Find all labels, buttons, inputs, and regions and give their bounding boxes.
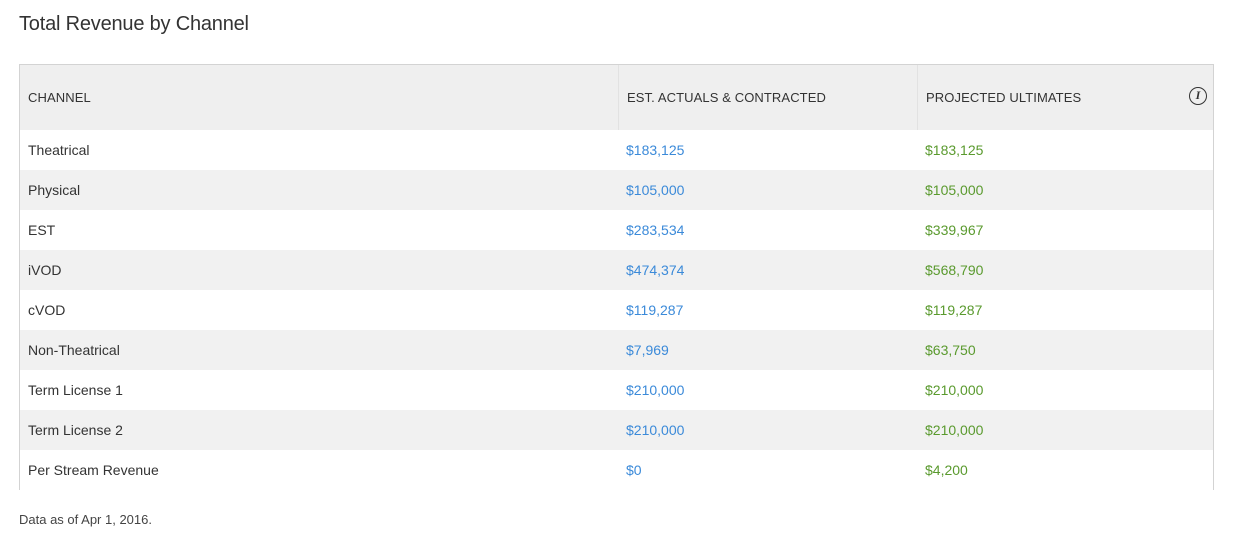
channel-cell: iVOD [28, 262, 62, 278]
channel-cell: cVOD [28, 302, 66, 318]
header-projected-label: PROJECTED ULTIMATES [926, 90, 1082, 105]
est-actuals-cell: $119,287 [626, 302, 684, 318]
channel-cell: Physical [28, 182, 81, 198]
table-row: Per Stream Revenue $0 $4,200 [20, 450, 1213, 490]
projected-cell: $63,750 [925, 342, 976, 358]
table-row: Term License 2 $210,000 $210,000 [20, 410, 1213, 450]
est-actuals-cell: $183,125 [626, 142, 685, 158]
info-icon[interactable]: i [1189, 87, 1207, 105]
table-row: Theatrical $183,125 $183,125 [20, 130, 1213, 170]
est-actuals-cell: $0 [626, 462, 642, 478]
table-header-row: CHANNEL EST. ACTUALS & CONTRACTED PROJEC… [20, 65, 1213, 130]
channel-cell: Non-Theatrical [28, 342, 120, 358]
projected-cell: $105,000 [925, 182, 984, 198]
channel-cell: Term License 2 [28, 422, 123, 438]
table-row: EST $283,534 $339,967 [20, 210, 1213, 250]
projected-cell: $210,000 [925, 422, 984, 438]
projected-cell: $210,000 [925, 382, 984, 398]
channel-cell: Term License 1 [28, 382, 123, 398]
est-actuals-cell: $7,969 [626, 342, 669, 358]
projected-cell: $568,790 [925, 262, 984, 278]
est-actuals-cell: $210,000 [626, 422, 685, 438]
table-row: Physical $105,000 $105,000 [20, 170, 1213, 210]
table-row: iVOD $474,374 $568,790 [20, 250, 1213, 290]
header-channel: CHANNEL [28, 90, 91, 105]
table-body: Theatrical $183,125 $183,125 Physical $1… [20, 130, 1213, 490]
projected-cell: $119,287 [925, 302, 983, 318]
est-actuals-cell: $283,534 [626, 222, 685, 238]
channel-cell: EST [28, 222, 56, 238]
page-title: Total Revenue by Channel [19, 13, 249, 35]
header-projected-ultimates: PROJECTED ULTIMATES i [917, 65, 1213, 130]
header-est-actuals: EST. ACTUALS & CONTRACTED [618, 65, 917, 130]
revenue-table: CHANNEL EST. ACTUALS & CONTRACTED PROJEC… [19, 64, 1214, 490]
table-row: Non-Theatrical $7,969 $63,750 [20, 330, 1213, 370]
table-row: cVOD $119,287 $119,287 [20, 290, 1213, 330]
channel-cell: Per Stream Revenue [28, 462, 159, 478]
projected-cell: $4,200 [925, 462, 968, 478]
est-actuals-cell: $105,000 [626, 182, 685, 198]
est-actuals-cell: $210,000 [626, 382, 685, 398]
projected-cell: $183,125 [925, 142, 984, 158]
table-row: Term License 1 $210,000 $210,000 [20, 370, 1213, 410]
est-actuals-cell: $474,374 [626, 262, 685, 278]
channel-cell: Theatrical [28, 142, 90, 158]
data-as-of-note: Data as of Apr 1, 2016. [19, 512, 152, 527]
projected-cell: $339,967 [925, 222, 984, 238]
